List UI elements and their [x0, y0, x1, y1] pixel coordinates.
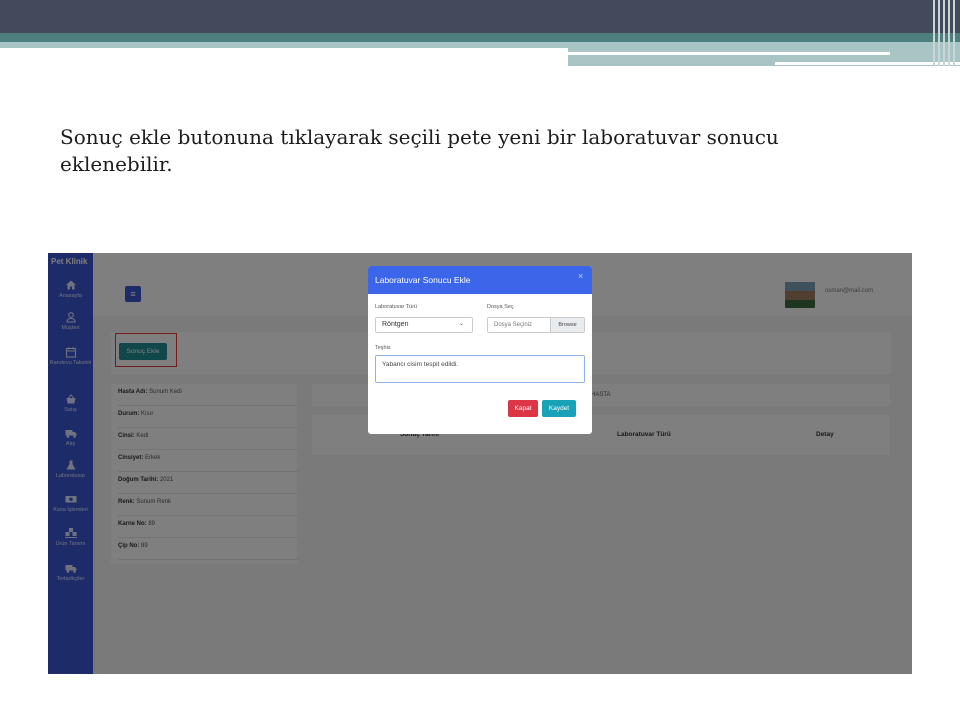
slide-light-band [0, 42, 568, 48]
slide: Sonuç ekle butonuna tıklayarak seçili pe… [0, 0, 960, 720]
browse-button[interactable]: Browse [550, 318, 584, 332]
slide-top-band [0, 0, 960, 33]
modal-header: Laboratuvar Sonucu Ekle × [368, 266, 592, 294]
file-label: Dosya Seç [487, 304, 514, 310]
app-screenshot: Pet Klinik Anasayfa Müşteri Randevu Takv… [48, 253, 912, 674]
close-icon[interactable]: × [578, 271, 583, 281]
lab-result-modal: Laboratuvar Sonucu Ekle × Laboratuvar Tü… [368, 266, 592, 434]
modal-title: Laboratuvar Sonucu Ekle [375, 275, 471, 285]
file-input[interactable]: Dosya Seçiniz Browse [487, 317, 585, 333]
diagnosis-label: Teşhis [375, 345, 391, 351]
save-button[interactable]: Kaydet [542, 400, 576, 417]
lab-type-label: Laboratuvar Türü [375, 304, 418, 310]
lab-type-select[interactable]: Röntgen ⌄ [375, 317, 473, 333]
slide-white-line [568, 52, 890, 55]
slide-stripes [930, 0, 960, 66]
chevron-down-icon: ⌄ [458, 321, 464, 327]
slide-caption: Sonuç ekle butonuna tıklayarak seçili pe… [60, 125, 779, 176]
cancel-button[interactable]: Kapat [508, 400, 538, 417]
slide-teal-band [0, 33, 960, 42]
diagnosis-textarea[interactable]: Yabancı cisim tespit edildi. [375, 355, 585, 383]
